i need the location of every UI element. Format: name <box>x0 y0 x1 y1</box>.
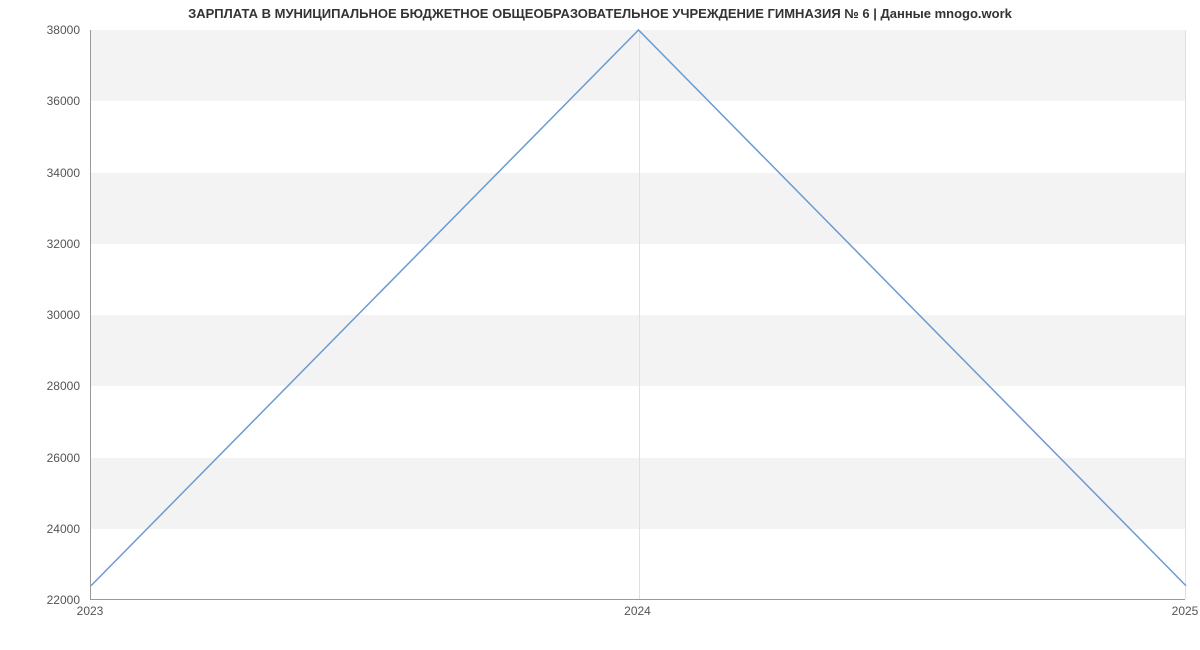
x-tick-label: 2023 <box>77 604 104 618</box>
plot-area <box>90 30 1185 600</box>
y-tick-label: 32000 <box>0 237 80 251</box>
x-tick-label: 2024 <box>624 604 651 618</box>
y-tick-label: 26000 <box>0 451 80 465</box>
x-tick-label: 2025 <box>1172 604 1199 618</box>
y-tick-label: 24000 <box>0 522 80 536</box>
y-tick-label: 34000 <box>0 166 80 180</box>
chart-container: ЗАРПЛАТА В МУНИЦИПАЛЬНОЕ БЮДЖЕТНОЕ ОБЩЕО… <box>0 0 1200 650</box>
y-tick-label: 30000 <box>0 308 80 322</box>
y-tick-label: 28000 <box>0 379 80 393</box>
line-series <box>91 30 1186 600</box>
y-tick-label: 22000 <box>0 593 80 607</box>
y-tick-label: 38000 <box>0 23 80 37</box>
chart-title: ЗАРПЛАТА В МУНИЦИПАЛЬНОЕ БЮДЖЕТНОЕ ОБЩЕО… <box>0 6 1200 21</box>
y-tick-label: 36000 <box>0 94 80 108</box>
